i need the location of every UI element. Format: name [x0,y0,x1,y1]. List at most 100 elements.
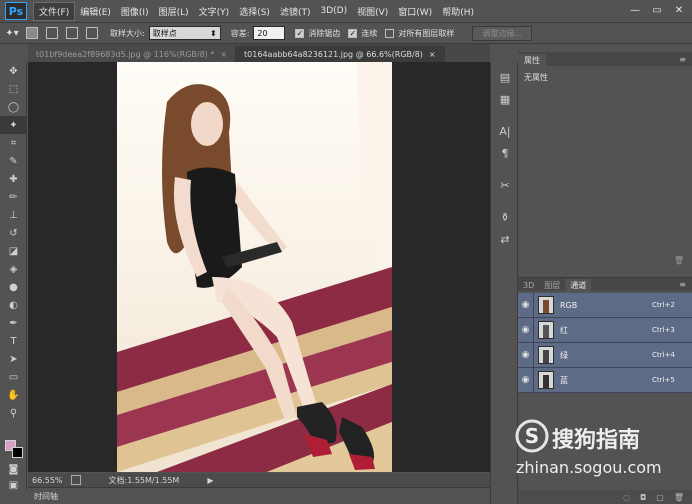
channel-shortcut: Ctrl+5 [652,376,675,384]
menu-type[interactable]: 文字(Y) [194,3,235,20]
tolerance-input[interactable]: 20 [253,26,286,40]
channels-footer: ◌ ◘ ▢ 🗑 [518,490,692,504]
character-panel-icon[interactable]: A| [491,120,519,142]
panel-menu-icon[interactable]: ≡ [679,55,686,64]
channel-row-blue[interactable]: ◉ 蓝 Ctrl+5 [518,367,692,393]
paragraph-panel-icon[interactable]: ¶ [491,142,519,164]
all-layers-checkbox[interactable] [385,28,395,38]
channel-row-rgb[interactable]: ◉ RGB Ctrl+2 [518,292,692,318]
selection-new-icon[interactable] [24,25,40,41]
eye-icon[interactable]: ◉ [518,317,534,343]
paint-bucket-tool-icon[interactable]: ◈ [0,260,27,278]
zoom-level[interactable]: 66.55% [32,476,63,485]
dodge-tool-icon[interactable]: ◐ [0,296,27,314]
sample-size-select[interactable]: 取样点 ⬍ [148,26,221,40]
menu-view[interactable]: 视图(V) [352,3,393,20]
background-color-swatch[interactable] [12,447,23,458]
eyedropper-tool-icon[interactable]: ✎ [0,152,27,170]
restore-button[interactable]: ▭ [648,2,666,18]
save-selection-icon[interactable]: ◘ [640,493,646,502]
zoom-tool-icon[interactable]: ⚲ [0,404,27,422]
contiguous-checkbox[interactable]: ✓ [348,28,358,38]
channel-thumbnail [538,371,554,389]
magic-wand-preset-icon[interactable]: ✦▾ [4,25,20,41]
new-channel-icon[interactable]: ▢ [656,493,664,502]
pen-tool-icon[interactable]: ✒ [0,314,27,332]
close-icon[interactable]: × [220,50,227,59]
type-tool-icon[interactable]: T [0,332,27,350]
menu-select[interactable]: 选择(S) [234,3,275,20]
actions-panel-icon[interactable]: ▦ [491,88,519,110]
menu-window[interactable]: 窗口(W) [393,3,437,20]
tab-channels[interactable]: 通道 [565,279,592,291]
path-selection-tool-icon[interactable]: ➤ [0,350,27,368]
channel-row-green[interactable]: ◉ 绿 Ctrl+4 [518,342,692,368]
status-export-icon[interactable] [70,475,81,485]
close-button[interactable]: ✕ [670,2,688,18]
clone-source-icon[interactable]: ⚱ [491,206,519,228]
shape-tool-icon[interactable]: ▭ [0,368,27,386]
menu-help[interactable]: 帮助(H) [437,3,479,20]
eraser-tool-icon[interactable]: ◪ [0,242,27,260]
move-tool-icon[interactable]: ✥ [0,62,27,80]
tab-layers[interactable]: 图层 [539,279,565,291]
selection-intersect-icon[interactable] [84,25,100,41]
close-icon[interactable]: × [429,50,436,59]
watermark-brand: 搜狗指南 [552,428,641,453]
canvas-area[interactable] [28,62,490,472]
timeline-label: 时间轴 [34,491,58,501]
doc-tab-1[interactable]: t01bf9deea2f89683d5.jpg @ 116%(RGB/8) * × [28,46,237,62]
channel-thumbnail [538,346,554,364]
document-info: 文档:1.55M/1.55M [108,475,180,485]
status-bar: 66.55% 文档:1.55M/1.55M ▶ [28,473,490,487]
sample-size-label: 取样大小: [110,28,145,38]
history-brush-tool-icon[interactable]: ↺ [0,224,27,242]
watermark-url: zhinan.sogou.com [516,458,662,477]
channel-row-red[interactable]: ◉ 红 Ctrl+3 [518,317,692,343]
channel-shortcut: Ctrl+3 [652,326,675,334]
marquee-tool-icon[interactable]: ⬚ [0,80,27,98]
window-controls: — ▭ ✕ [626,2,688,18]
properties-tab-row: 属性 ≡ [518,52,692,66]
refine-edge-button[interactable]: 调整边缘... [472,25,533,41]
load-selection-icon[interactable]: ◌ [623,493,630,502]
tab-3d[interactable]: 3D [518,279,539,291]
history-panel-icon[interactable]: ▤ [491,66,519,88]
menu-layer[interactable]: 图层(L) [154,3,194,20]
photoshop-logo: Ps [5,2,27,20]
eye-icon[interactable]: ◉ [518,292,534,318]
brush-tool-icon[interactable]: ✏ [0,188,27,206]
selection-subtract-icon[interactable] [64,25,80,41]
document-photo[interactable] [117,62,392,472]
menu-edit[interactable]: 编辑(E) [75,3,116,20]
brush-presets-icon[interactable]: ⇄ [491,228,519,250]
hand-tool-icon[interactable]: ✋ [0,386,27,404]
clone-stamp-tool-icon[interactable]: ⊥ [0,206,27,224]
channel-name: 蓝 [560,375,568,385]
doc-tab-2[interactable]: t0164aabb64a8236121.jpg @ 66.6%(RGB/8) × [236,46,445,62]
menu-file[interactable]: 文件(F) [33,1,76,21]
antialias-checkbox[interactable]: ✓ [295,28,305,38]
antialias-label: 消除锯齿 [308,28,341,38]
lasso-tool-icon[interactable]: ◯ [0,98,27,116]
timeline-panel-tab[interactable]: 时间轴 [28,487,490,504]
selection-add-icon[interactable] [44,25,60,41]
screen-mode-icon[interactable]: ▣ [0,476,27,494]
crop-tool-icon[interactable]: ⌗ [0,134,27,152]
status-menu-arrow-icon[interactable]: ▶ [207,476,213,485]
delete-channel-icon[interactable]: 🗑 [674,493,684,502]
eye-icon[interactable]: ◉ [518,367,534,393]
magic-wand-tool-icon[interactable]: ✦ [0,116,27,134]
tab-properties[interactable]: 属性 [518,54,546,66]
menu-filter[interactable]: 滤镜(T) [275,3,316,20]
panel-menu-icon[interactable]: ≡ [679,280,686,289]
blur-tool-icon[interactable]: ● [0,278,27,296]
menu-3d[interactable]: 3D(D) [315,4,352,18]
eye-icon[interactable]: ◉ [518,342,534,368]
healing-brush-tool-icon[interactable]: ✚ [0,170,27,188]
menu-image[interactable]: 图像(I) [116,3,154,20]
tool-presets-icon[interactable]: ✂ [491,174,519,196]
properties-trash-icon[interactable]: 🗑 [518,256,692,266]
layers-tab-row: 3D 图层 通道 ≡ [518,278,692,291]
minimize-button[interactable]: — [626,2,644,18]
